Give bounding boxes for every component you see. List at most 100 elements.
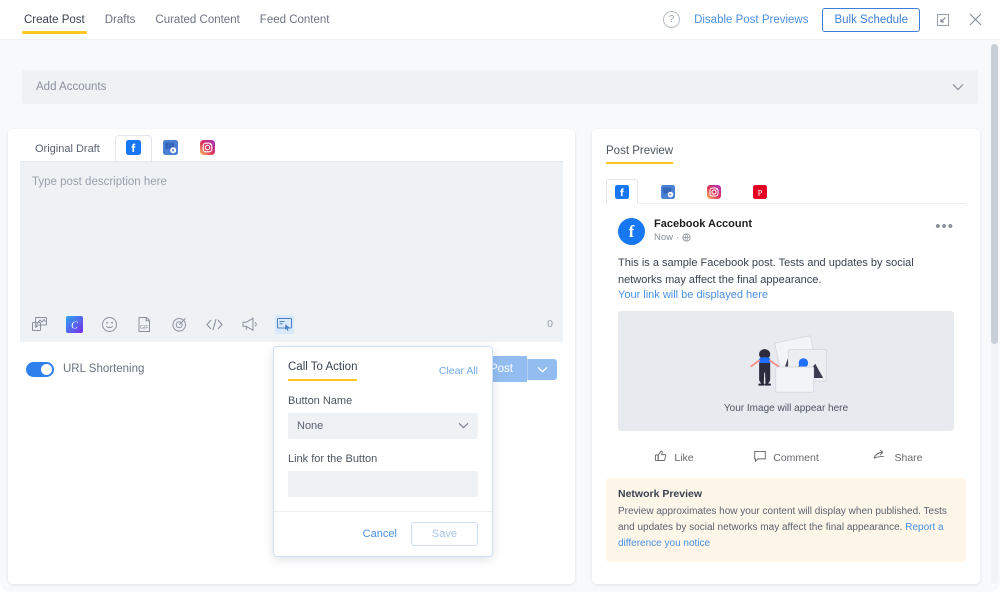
svg-text:P: P xyxy=(758,189,763,198)
button-name-label: Button Name xyxy=(288,395,478,407)
chevron-down-icon xyxy=(952,78,964,96)
tab-curated-content[interactable]: Curated Content xyxy=(145,0,249,40)
tab-drafts[interactable]: Drafts xyxy=(95,0,146,40)
instagram-icon xyxy=(707,185,721,199)
cta-clear-all-link[interactable]: Clear All xyxy=(439,365,478,377)
post-header: f Facebook Account Now · ••• xyxy=(618,218,954,245)
svg-text:C: C xyxy=(71,320,78,331)
network-preview-notice-body: Preview approximates how your content wi… xyxy=(618,504,954,552)
pinterest-icon: P xyxy=(753,185,767,199)
add-accounts-bar[interactable]: Add Accounts xyxy=(22,70,978,104)
tab-drafts-label: Drafts xyxy=(105,14,136,26)
avatar: f xyxy=(618,218,645,245)
post-more-options-icon[interactable]: ••• xyxy=(935,218,954,235)
svg-text:GIF: GIF xyxy=(140,325,148,331)
comment-label: Comment xyxy=(773,452,819,464)
globe-icon: · xyxy=(676,232,691,243)
tab-feed-content-label: Feed Content xyxy=(260,14,330,26)
button-name-select-value: None xyxy=(297,420,323,432)
url-shortening-toggle[interactable] xyxy=(26,362,54,377)
share-arrow-icon xyxy=(873,449,888,466)
chevron-down-icon xyxy=(458,420,469,432)
network-preview-notice-title: Network Preview xyxy=(618,488,954,500)
account-name: Facebook Account xyxy=(654,218,752,230)
instagram-icon xyxy=(200,140,215,158)
post-link-text[interactable]: Your link will be displayed here xyxy=(618,289,954,301)
editor-toolbar: C GIF xyxy=(20,306,563,342)
composer-tab-linkedin[interactable] xyxy=(152,135,189,162)
linkedin-icon xyxy=(163,140,178,158)
close-icon[interactable] xyxy=(966,11,984,29)
emoji-icon[interactable] xyxy=(100,315,119,334)
media-video-icon[interactable] xyxy=(30,315,49,334)
post-actions: Like Comment xyxy=(618,443,954,466)
header-actions: ? Disable Post Previews Bulk Schedule xyxy=(663,8,1000,32)
character-counter: 0 xyxy=(547,318,553,330)
network-preview-notice: Network Preview Preview approximates how… xyxy=(606,478,966,562)
cta-button-icon[interactable] xyxy=(275,315,294,334)
composer-tab-original-draft[interactable]: Original Draft xyxy=(20,135,115,162)
editor-placeholder: Type post description here xyxy=(32,176,167,188)
preview-tab-pinterest[interactable]: P xyxy=(744,179,776,204)
help-icon-glyph: ? xyxy=(669,14,675,25)
schedule-post-dropdown-icon[interactable] xyxy=(527,359,557,380)
preview-tab-instagram[interactable] xyxy=(698,179,730,204)
preview-network-tabs: P xyxy=(606,178,966,204)
facebook-post-preview: f Facebook Account Now · ••• xyxy=(606,204,966,466)
post-description-editor[interactable]: Type post description here xyxy=(20,161,563,306)
preview-tab-linkedin[interactable] xyxy=(652,179,684,204)
target-icon[interactable] xyxy=(170,315,189,334)
app-window: Create Post Drafts Curated Content Feed … xyxy=(0,0,1000,592)
comment-button[interactable]: Comment xyxy=(730,449,842,466)
cta-popup-title: Call To Action xyxy=(288,361,357,381)
composer-network-tabs: Original Draft xyxy=(8,129,575,161)
image-placeholder: Your Image will appear here xyxy=(618,311,954,431)
share-button[interactable]: Share xyxy=(842,449,954,466)
cta-popup-body: Button Name None Link for the Button xyxy=(274,381,492,511)
button-name-select[interactable]: None xyxy=(288,413,478,439)
help-icon[interactable]: ? xyxy=(663,11,680,28)
scrollbar-thumb[interactable] xyxy=(991,44,998,344)
gif-icon[interactable]: GIF xyxy=(135,315,154,334)
tab-curated-content-label: Curated Content xyxy=(155,14,239,26)
minimize-icon[interactable] xyxy=(934,11,952,29)
add-accounts-label: Add Accounts xyxy=(36,81,106,93)
preview-tab-facebook[interactable] xyxy=(606,179,638,204)
url-shortening-label: URL Shortening xyxy=(63,363,144,375)
canva-icon[interactable]: C xyxy=(65,315,84,334)
cancel-button[interactable]: Cancel xyxy=(363,528,397,540)
comment-bubble-icon xyxy=(753,449,767,466)
megaphone-icon[interactable] xyxy=(240,315,259,334)
composer-tab-facebook[interactable] xyxy=(115,135,152,162)
composer-tab-instagram[interactable] xyxy=(189,135,226,162)
share-label: Share xyxy=(894,452,922,464)
post-preview-title: Post Preview xyxy=(606,145,673,164)
cta-popup-footer: Cancel Save xyxy=(274,511,492,556)
avatar-letter: f xyxy=(629,222,635,242)
tab-create-post-label: Create Post xyxy=(24,14,85,26)
tab-create-post[interactable]: Create Post xyxy=(14,0,95,40)
network-preview-notice-text: Preview approximates how your content wi… xyxy=(618,506,947,533)
post-body-text: This is a sample Facebook post. Tests an… xyxy=(618,255,954,289)
facebook-icon xyxy=(126,140,141,158)
post-time: Now · xyxy=(654,232,752,243)
disable-post-previews-link[interactable]: Disable Post Previews xyxy=(694,14,808,26)
cta-popup-header: Call To Action Clear All xyxy=(274,347,492,381)
main-nav-tabs: Create Post Drafts Curated Content Feed … xyxy=(0,0,339,40)
header: Create Post Drafts Curated Content Feed … xyxy=(0,0,1000,40)
person-illustration xyxy=(751,349,778,385)
code-icon[interactable] xyxy=(205,315,224,334)
link-for-button-label: Link for the Button xyxy=(288,453,478,465)
post-preview-title-wrap: Post Preview xyxy=(606,141,966,164)
post-time-label: Now xyxy=(654,232,673,243)
image-placeholder-illustration xyxy=(726,329,846,397)
link-for-button-input[interactable] xyxy=(288,471,478,497)
thumbs-up-icon xyxy=(654,449,668,466)
bulk-schedule-button[interactable]: Bulk Schedule xyxy=(822,8,920,32)
facebook-icon xyxy=(615,185,629,199)
call-to-action-popup: Call To Action Clear All Button Name Non… xyxy=(273,346,493,557)
tab-feed-content[interactable]: Feed Content xyxy=(250,0,340,40)
post-preview-card: Post Preview xyxy=(592,129,980,584)
like-button[interactable]: Like xyxy=(618,449,730,466)
save-button[interactable]: Save xyxy=(411,522,478,546)
